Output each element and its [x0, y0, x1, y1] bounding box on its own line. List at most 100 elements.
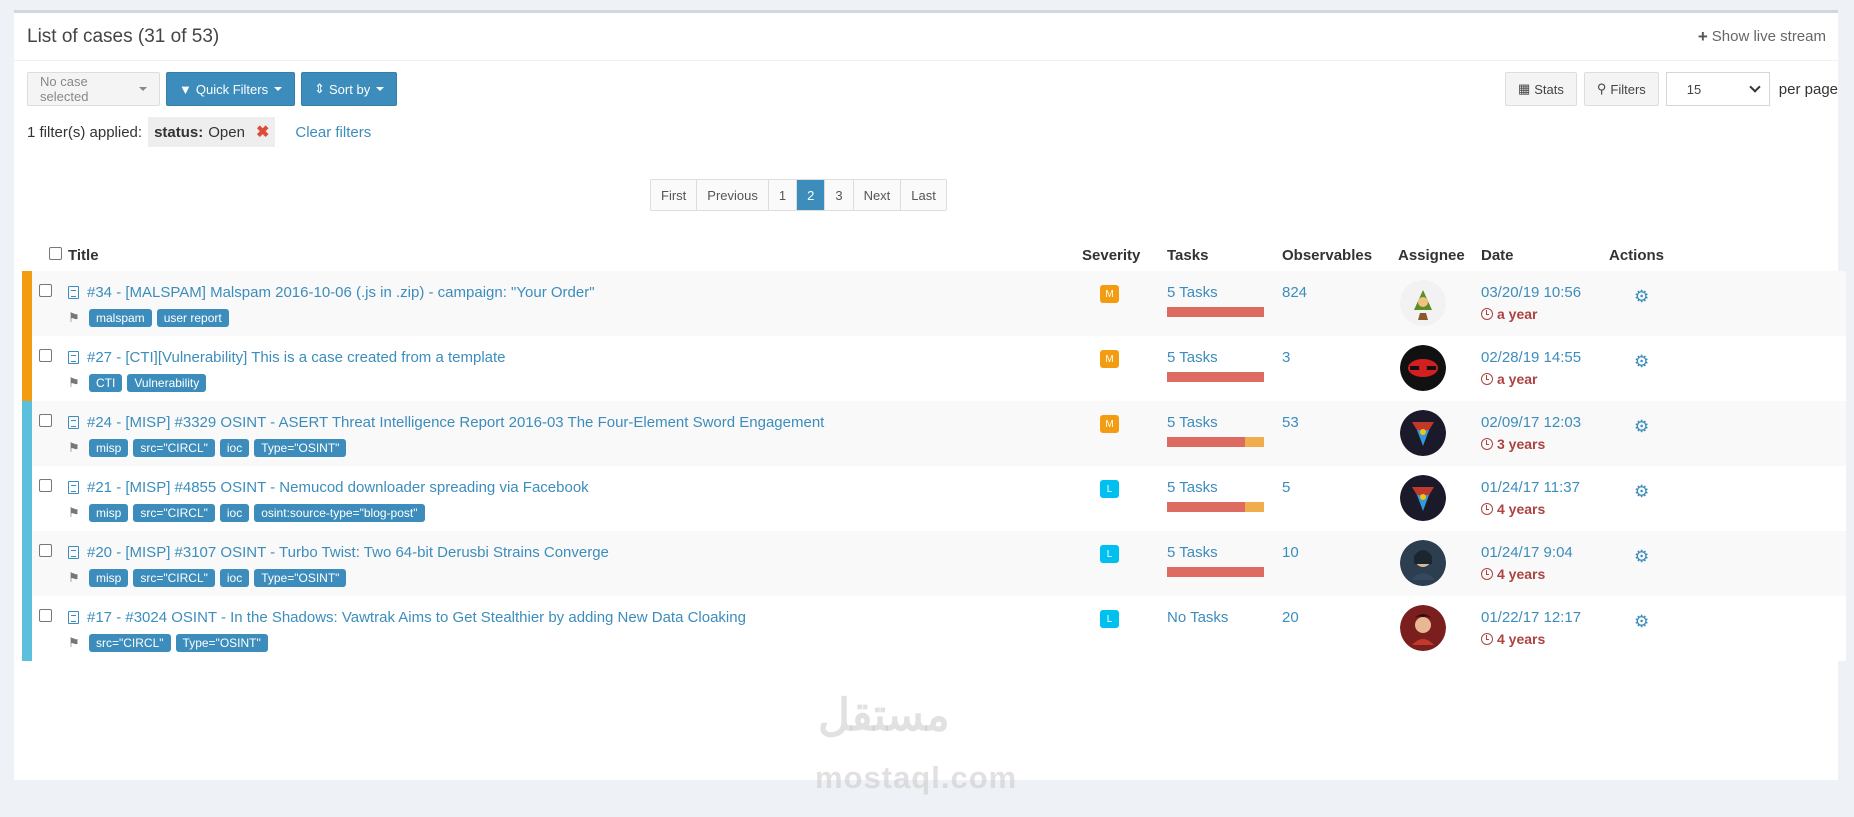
case-tag[interactable]: misp — [89, 439, 129, 457]
case-tag[interactable]: CTI — [89, 374, 123, 392]
severity-badge: M — [1100, 415, 1119, 433]
gear-icon[interactable]: ⚙ — [1634, 352, 1649, 371]
case-title-link[interactable]: #24 - [MISP] #3329 OSINT - ASERT Threat … — [87, 414, 824, 431]
case-tag[interactable]: Type="OSINT" — [254, 439, 347, 457]
case-tag[interactable]: misp — [89, 569, 129, 587]
column-date[interactable]: Date — [1481, 239, 1609, 271]
column-tasks[interactable]: Tasks — [1167, 239, 1282, 271]
gear-icon[interactable]: ⚙ — [1634, 612, 1649, 631]
case-tag[interactable]: ioc — [219, 569, 250, 587]
cases-panel: List of cases (31 of 53) + Show live str… — [14, 10, 1846, 780]
case-selection-dropdown[interactable]: No case selected — [27, 72, 160, 106]
tasks-link[interactable]: 5 Tasks — [1167, 284, 1218, 301]
case-tag[interactable]: Type="OSINT" — [254, 569, 347, 587]
case-title-link[interactable]: #20 - [MISP] #3107 OSINT - Turbo Twist: … — [87, 544, 609, 561]
case-tag[interactable]: src="CIRCL" — [133, 504, 215, 522]
case-tag[interactable]: misp — [89, 504, 129, 522]
tasks-link[interactable]: 5 Tasks — [1167, 349, 1218, 366]
case-tag[interactable]: ioc — [219, 439, 250, 457]
gear-icon[interactable]: ⚙ — [1634, 482, 1649, 501]
case-age: 3 years — [1481, 436, 1609, 452]
watermark-arabic: مستقل — [818, 691, 950, 740]
case-title-link[interactable]: #27 - [CTI][Vulnerability] This is a cas… — [87, 349, 506, 366]
page-button-2[interactable]: 2 — [797, 180, 826, 210]
task-progress-pending — [1245, 502, 1264, 512]
page-button-last[interactable]: Last — [901, 180, 946, 210]
observables-link[interactable]: 10 — [1282, 544, 1299, 561]
case-title-link[interactable]: #34 - [MALSPAM] Malspam 2016-10-06 (.js … — [87, 284, 595, 301]
tasks-link[interactable]: No Tasks — [1167, 609, 1228, 626]
row-checkbox[interactable] — [39, 544, 52, 557]
severity-cell: L — [1082, 596, 1167, 661]
remove-filter-icon[interactable]: ✖ — [256, 122, 269, 142]
case-icon — [68, 481, 79, 494]
case-tag[interactable]: Type="OSINT" — [175, 634, 268, 652]
observables-link[interactable]: 824 — [1282, 284, 1307, 301]
quick-filters-button[interactable]: ▼ Quick Filters — [166, 72, 296, 106]
per-page-value: 15 — [1686, 81, 1702, 97]
page-button-next[interactable]: Next — [853, 180, 902, 210]
observables-link[interactable]: 53 — [1282, 414, 1299, 431]
case-tag[interactable]: malspam — [89, 309, 152, 327]
per-page-select[interactable]: 15 — [1665, 72, 1770, 106]
case-tag[interactable]: user report — [156, 309, 229, 327]
filters-label: Filters — [1610, 81, 1646, 97]
row-select-cell — [32, 596, 68, 661]
case-tag[interactable]: src="CIRCL" — [133, 569, 215, 587]
assignee-cell — [1398, 401, 1481, 466]
severity-badge: M — [1100, 285, 1119, 303]
case-date: 01/24/17 11:37 — [1481, 479, 1580, 496]
case-title-link[interactable]: #17 - #3024 OSINT - In the Shadows: Vawt… — [87, 609, 746, 626]
stats-button[interactable]: ▦ Stats — [1504, 72, 1577, 106]
assignee-cell — [1398, 336, 1481, 401]
case-age-label: 4 years — [1497, 631, 1546, 647]
page-button-first[interactable]: First — [651, 180, 698, 210]
case-tag[interactable]: ioc — [219, 504, 250, 522]
filters-button[interactable]: ⚲ Filters — [1583, 72, 1659, 106]
row-checkbox[interactable] — [39, 349, 52, 362]
actions-cell: ⚙ — [1609, 336, 1846, 401]
applied-filters: 1 filter(s) applied: status: Open ✖ Clea… — [27, 117, 371, 147]
sort-by-button[interactable]: ⇕ Sort by — [301, 72, 398, 106]
case-tag[interactable]: src="CIRCL" — [89, 634, 171, 652]
tasks-link[interactable]: 5 Tasks — [1167, 544, 1218, 561]
row-checkbox[interactable] — [39, 609, 52, 622]
assignee-cell — [1398, 466, 1481, 531]
gear-icon[interactable]: ⚙ — [1634, 287, 1649, 306]
row-checkbox[interactable] — [39, 284, 52, 297]
observables-link[interactable]: 5 — [1282, 479, 1290, 496]
task-progress-done — [1167, 502, 1245, 512]
column-title[interactable]: Title — [68, 239, 1082, 271]
caret-down-icon — [274, 87, 283, 91]
tasks-link[interactable]: 5 Tasks — [1167, 414, 1218, 431]
case-tag[interactable]: Vulnerability — [127, 374, 207, 392]
case-tag[interactable]: osint:source-type="blog-post" — [254, 504, 425, 522]
tasks-link[interactable]: 5 Tasks — [1167, 479, 1218, 496]
table-row: #21 - [MISP] #4855 OSINT - Nemucod downl… — [22, 466, 1846, 531]
task-progress-bar — [1167, 567, 1264, 577]
observables-link[interactable]: 20 — [1282, 609, 1299, 626]
observables-link[interactable]: 3 — [1282, 349, 1290, 366]
status-marker — [22, 531, 32, 596]
row-checkbox[interactable] — [39, 479, 52, 492]
tags-icon: ⚑ — [68, 310, 80, 325]
row-checkbox[interactable] — [39, 414, 52, 427]
column-assignee[interactable]: Assignee — [1398, 239, 1481, 271]
page-button-1[interactable]: 1 — [768, 180, 798, 210]
gear-icon[interactable]: ⚙ — [1634, 547, 1649, 566]
case-tag[interactable]: src="CIRCL" — [133, 439, 215, 457]
page-button-3[interactable]: 3 — [825, 180, 854, 210]
gear-icon[interactable]: ⚙ — [1634, 417, 1649, 436]
caret-down-icon — [376, 87, 385, 91]
table-row: #20 - [MISP] #3107 OSINT - Turbo Twist: … — [22, 531, 1846, 596]
avatar — [1400, 540, 1446, 590]
case-title-link[interactable]: #21 - [MISP] #4855 OSINT - Nemucod downl… — [87, 479, 589, 496]
show-live-stream-link[interactable]: + Show live stream — [1698, 27, 1826, 47]
clear-filters-link[interactable]: Clear filters — [295, 124, 371, 141]
page-button-previous[interactable]: Previous — [697, 180, 769, 210]
column-observables[interactable]: Observables — [1282, 239, 1398, 271]
column-severity[interactable]: Severity — [1082, 239, 1167, 271]
avatar — [1400, 280, 1446, 330]
assignee-cell — [1398, 271, 1481, 336]
select-all-checkbox[interactable] — [49, 246, 62, 260]
